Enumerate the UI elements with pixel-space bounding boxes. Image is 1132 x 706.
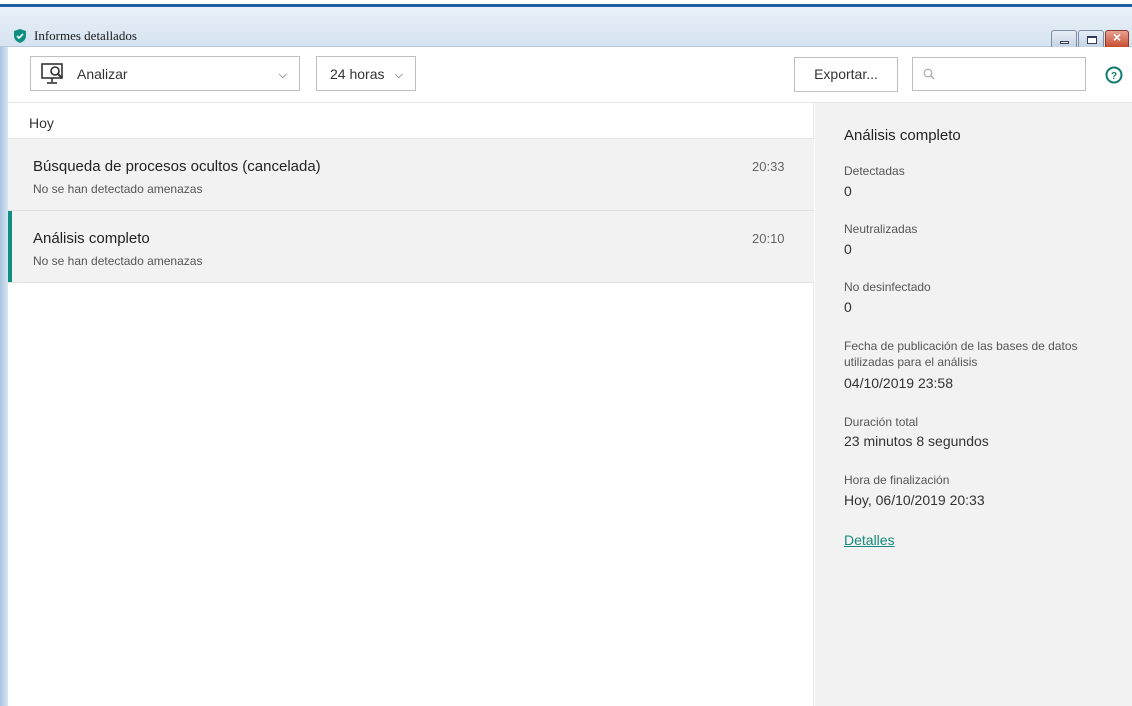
duration-label: Duración total: [844, 415, 919, 429]
export-button[interactable]: Exportar...: [794, 57, 898, 92]
report-row-selected[interactable]: Análisis completo No se han detectado am…: [8, 211, 814, 283]
report-name: Análisis completo: [33, 230, 150, 247]
group-header-label: Hoy: [29, 115, 54, 131]
minimize-icon: [1060, 41, 1069, 44]
report-status: No se han detectado amenazas: [33, 182, 203, 196]
window-title: Informes detallados: [34, 28, 137, 43]
not-disinfected-label: No desinfectado: [844, 280, 931, 294]
chevron-down-icon: ⌵: [278, 69, 287, 81]
report-status: No se han detectado amenazas: [33, 254, 203, 268]
maximize-icon: [1087, 36, 1097, 44]
group-header: Hoy: [8, 103, 814, 139]
search-box[interactable]: [912, 57, 1086, 91]
monitor-scan-icon: [41, 63, 63, 84]
duration-value: 23 minutos 8 segundos: [844, 433, 989, 449]
details-link[interactable]: Detalles: [844, 532, 895, 548]
end-time-value: Hoy, 06/10/2019 20:33: [844, 492, 985, 508]
report-time: 20:10: [752, 231, 785, 246]
not-disinfected-value: 0: [844, 299, 852, 315]
db-date-label: Fecha de publicación de las bases de dat…: [844, 339, 1078, 369]
details-title: Análisis completo: [844, 127, 961, 144]
toolbar: Analizar ⌵ 24 horas ⌵ Exportar... ?: [8, 47, 1132, 103]
report-name: Búsqueda de procesos ocultos (cancelada): [33, 158, 321, 175]
detected-label: Detectadas: [844, 164, 905, 178]
neutralized-value: 0: [844, 241, 852, 257]
detected-value: 0: [844, 183, 852, 199]
scan-type-value: Analizar: [77, 66, 128, 82]
svg-text:?: ?: [1111, 71, 1117, 82]
details-panel: Análisis completo Detectadas 0 Neutraliz…: [815, 103, 1132, 706]
report-time: 20:33: [752, 159, 785, 174]
neutralized-label: Neutralizadas: [844, 222, 918, 236]
window-titlebar: Informes detallados ×: [0, 7, 1132, 49]
time-range-select[interactable]: 24 horas ⌵: [316, 56, 416, 91]
report-row[interactable]: Búsqueda de procesos ocultos (cancelada)…: [8, 139, 814, 211]
end-time-label: Hora de finalización: [844, 473, 950, 487]
window-top-strip: [0, 0, 1132, 7]
search-input[interactable]: [939, 64, 1079, 84]
search-icon: [923, 68, 935, 80]
report-list: Hoy Búsqueda de procesos ocultos (cancel…: [8, 103, 814, 706]
db-date-value: 04/10/2019 23:58: [844, 375, 953, 391]
close-icon: ×: [1112, 29, 1122, 45]
shield-check-icon: [14, 29, 26, 43]
scan-type-select[interactable]: Analizar ⌵: [30, 56, 300, 91]
time-range-value: 24 horas: [330, 66, 385, 82]
chevron-down-icon: ⌵: [394, 69, 403, 81]
help-circle-icon[interactable]: ?: [1105, 66, 1123, 84]
window-left-border: [0, 47, 8, 706]
